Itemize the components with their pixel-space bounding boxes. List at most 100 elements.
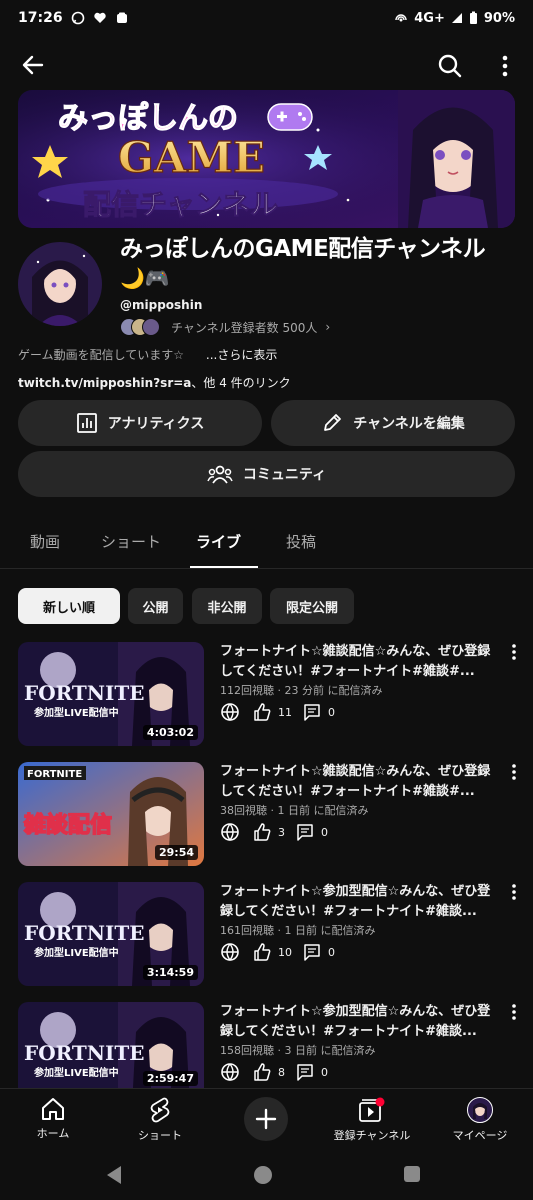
system-recents-icon[interactable] [402, 1164, 422, 1184]
nav-shorts-label: ショート [138, 1129, 182, 1142]
create-button[interactable] [244, 1097, 288, 1141]
video-meta: 112回視聴 · 23 分前 に配信済み [220, 684, 383, 697]
more-vert-icon [502, 55, 508, 77]
video-more-button[interactable] [504, 884, 524, 908]
edit-channel-button[interactable]: チャンネルを編集 [271, 400, 515, 446]
video-thumbnail[interactable]: FORTNITE 参加型LIVE配信中 3:14:59 [18, 882, 204, 986]
nav-my-page[interactable]: マイページ [430, 1097, 530, 1143]
heart-notification-icon [93, 12, 106, 23]
thumbnail-subtitle: 参加型LIVE配信中 [34, 1066, 119, 1079]
chip-public[interactable]: 公開 [128, 588, 183, 624]
video-item[interactable]: FORTNITE 参加型LIVE配信中 2:59:47 フォートナイト☆参加型配… [0, 1002, 533, 1088]
more-options-button[interactable] [490, 48, 520, 84]
video-meta: 38回視聴 · 1 日前 に配信済み [220, 804, 369, 817]
globe-icon [221, 943, 239, 962]
thumbnail-subtitle: 参加型LIVE配信中 [34, 946, 119, 959]
nav-subscriptions[interactable]: 登録チャンネル [322, 1097, 422, 1143]
pencil-icon [324, 414, 342, 431]
like-count: 10 [278, 945, 292, 959]
video-title[interactable]: フォートナイト☆雑談配信☆みんな、ぜひ登録してください！#フォートナイト#雑談#… [220, 762, 500, 802]
gamepad-icon [267, 103, 313, 131]
video-stats: 11 0 [220, 702, 335, 722]
nav-shorts[interactable]: ショート [110, 1097, 210, 1143]
thumbnail-title: FORTNITE [27, 769, 82, 780]
tab-shorts[interactable]: ショート [101, 531, 161, 552]
community-label: コミュニティ [242, 467, 327, 483]
analytics-icon [76, 413, 97, 433]
search-button[interactable] [432, 48, 468, 84]
video-stats: 3 0 [220, 822, 328, 842]
nav-home[interactable]: ホーム [3, 1097, 103, 1141]
globe-icon [221, 823, 239, 842]
channel-tabs: 動画 ショート ライブ 投稿 [0, 515, 533, 569]
globe-icon [221, 703, 239, 722]
video-item[interactable]: FORTNITE 参加型LIVE配信中 4:03:02 フォートナイト☆雑談配信… [0, 642, 533, 752]
video-title[interactable]: フォートナイト☆参加型配信☆みんな、ぜひ登録してください！#フォートナイト#雑談… [220, 1002, 500, 1042]
community-button[interactable]: コミュニティ [18, 451, 515, 497]
video-more-button[interactable] [504, 764, 524, 788]
home-icon [42, 1098, 64, 1120]
channel-avatar[interactable] [18, 242, 102, 326]
video-item[interactable]: FORTNITE 雑談配信 29:54 フォートナイト☆雑談配信☆みんな、ぜひ登… [0, 762, 533, 872]
chip-newest[interactable]: 新しい順 [18, 588, 120, 624]
banner-title-line2: GAME [118, 133, 265, 182]
video-more-button[interactable] [504, 644, 524, 668]
show-more-link[interactable]: ...さらに表示 [206, 348, 277, 362]
channel-links[interactable]: twitch.tv/mipposhin?sr=a、他 4 件のリンク [18, 374, 291, 391]
banner-title-line3: 配信チャンネル [83, 188, 278, 221]
video-item[interactable]: FORTNITE 参加型LIVE配信中 3:14:59 フォートナイト☆参加型配… [0, 882, 533, 992]
comment-count: 0 [321, 825, 328, 839]
nav-subscriptions-label: 登録チャンネル [333, 1129, 411, 1142]
system-navigation-bar [0, 1152, 533, 1200]
comment-icon [304, 944, 320, 961]
thumbs-up-icon [254, 703, 271, 721]
video-thumbnail[interactable]: FORTNITE 参加型LIVE配信中 4:03:02 [18, 642, 204, 746]
comment-icon [297, 1064, 313, 1081]
channel-description[interactable]: ゲーム動画を配信しています☆ ...さらに表示 [18, 346, 277, 363]
chevron-right-icon: › [325, 320, 331, 334]
channel-banner[interactable]: みっぽしんの GAME 配信チャンネル [18, 90, 515, 228]
channel-link-others[interactable]: 、他 4 件のリンク [191, 376, 290, 390]
video-thumbnail[interactable]: FORTNITE 参加型LIVE配信中 2:59:47 [18, 1002, 204, 1088]
thumbnail-title: FORTNITE [24, 681, 145, 705]
thumbnail-subtitle: 雑談配信 [23, 812, 112, 838]
thumbs-up-icon [254, 943, 271, 961]
plus-icon [255, 1108, 277, 1130]
video-title[interactable]: フォートナイト☆参加型配信☆みんな、ぜひ登録してください！#フォートナイト#雑談… [220, 882, 500, 922]
video-duration: 3:14:59 [142, 965, 198, 980]
channel-name: みっぽしんのGAME配信チャンネル [120, 236, 486, 262]
chip-private[interactable]: 非公開 [192, 588, 262, 624]
tab-posts[interactable]: 投稿 [286, 531, 316, 552]
subscriber-count: チャンネル登録者数 500人 [171, 320, 318, 335]
analytics-button[interactable]: アナリティクス [18, 400, 262, 446]
channel-name-emoji: 🌙🎮 [120, 266, 170, 290]
avatar [467, 1097, 493, 1123]
comment-icon [304, 704, 320, 721]
arrow-left-icon [22, 55, 44, 75]
subscriptions-icon [359, 1097, 385, 1122]
video-more-button[interactable] [504, 1004, 524, 1028]
back-button[interactable] [16, 48, 50, 82]
subscriber-row[interactable]: チャンネル登録者数 500人 › [120, 318, 330, 336]
video-title[interactable]: フォートナイト☆雑談配信☆みんな、ぜひ登録してください！#フォートナイト#雑談#… [220, 642, 500, 682]
tab-live[interactable]: ライブ [196, 531, 241, 552]
video-duration: 29:54 [154, 845, 198, 860]
video-stats: 10 0 [220, 942, 335, 962]
video-duration: 4:03:02 [142, 725, 198, 740]
system-home-icon[interactable] [252, 1164, 274, 1186]
banner-title-line1: みっぽしんの [58, 101, 238, 136]
channel-link-main[interactable]: twitch.tv/mipposhin?sr=a [18, 376, 191, 390]
signal-icon [451, 13, 462, 23]
status-bar: 17:26 4G+ 90% [0, 0, 533, 36]
chip-unlisted[interactable]: 限定公開 [270, 588, 354, 624]
comment-count: 0 [328, 945, 335, 959]
more-vert-icon [512, 884, 516, 900]
system-back-icon[interactable] [104, 1164, 124, 1186]
like-count: 3 [278, 825, 285, 839]
video-stats: 8 0 [220, 1062, 328, 1082]
thumbnail-title: FORTNITE [24, 921, 145, 945]
analytics-label: アナリティクス [107, 416, 205, 432]
tab-videos[interactable]: 動画 [30, 531, 60, 552]
shorts-icon [150, 1097, 170, 1123]
video-thumbnail[interactable]: FORTNITE 雑談配信 29:54 [18, 762, 204, 866]
